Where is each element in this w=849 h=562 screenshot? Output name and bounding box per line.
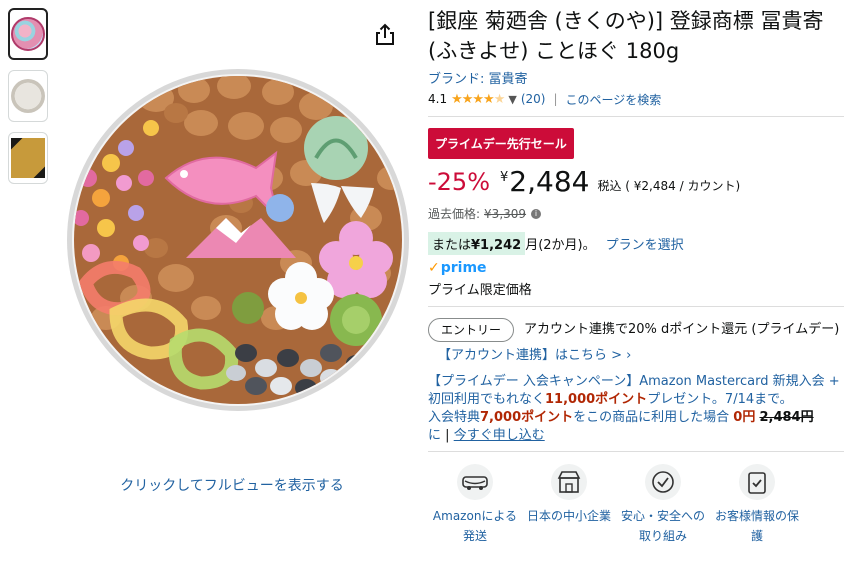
prime-logo-text: prime — [440, 260, 487, 276]
share-icon — [376, 23, 394, 45]
apply-now-link[interactable]: 今すぐ申し込む — [454, 428, 545, 443]
product-title: [銀座 菊廼舎 (きくのや)] 登録商標 冨貴寄 (ふきよせ) ことほぐ 180… — [428, 9, 824, 63]
campaign-points: 11,000ポイント — [545, 392, 648, 407]
feature-small-business[interactable]: 日本の中小企業 — [522, 464, 616, 546]
feature-label: Amazonによる発送 — [432, 509, 518, 543]
entry-button[interactable]: エントリー — [428, 317, 515, 342]
badge-icon — [645, 464, 681, 500]
entry-text: アカウント連携で20% dポイント還元 (プライムデー) — [524, 322, 840, 337]
thumbnail-1[interactable] — [8, 8, 48, 60]
product-image[interactable] — [66, 68, 410, 412]
prime-only-price: プライム限定価格 — [428, 283, 532, 298]
list-price-label: 過去価格: — [428, 207, 481, 221]
installment-row: または¥1,242 月(2か月)。 プランを選択 — [428, 232, 844, 255]
feature-label: お客様情報の保護 — [714, 509, 799, 543]
installment-prefix: または — [432, 238, 472, 253]
currency-symbol: ¥ — [500, 170, 509, 185]
campaign-line2-prefix: 入会特典 — [428, 410, 481, 425]
deal-badge: プライムデー先行セール — [428, 128, 574, 159]
campaign-old-price: 2,484円 — [759, 410, 814, 425]
entry-row: エントリー アカウント連携で20% dポイント還元 (プライムデー) 【アカウント連… — [428, 317, 844, 369]
divider: | — [553, 92, 558, 106]
review-count-link[interactable]: (20) — [521, 92, 546, 106]
installment-amount: ¥1,242 — [471, 238, 522, 253]
price-row: -25% ¥ 2,484 税込 ( ¥2,484 / カウント) — [428, 167, 844, 201]
thumbnail-image — [11, 79, 45, 113]
feature-list: Amazonによる発送 日本の中小企業 安心・安全への取り組み お客様情報の保護 — [428, 464, 844, 546]
list-price-row: 過去価格: ¥3,309 i — [428, 205, 844, 222]
feature-privacy[interactable]: お客様情報の保護 — [710, 464, 804, 546]
truck-icon — [457, 464, 493, 500]
rating-row: 4.1 ★★★★★ ▼ (20) | このページを検索 — [428, 90, 844, 108]
feature-label: 日本の中小企業 — [526, 509, 611, 523]
full-view-link[interactable]: クリックしてフルビューを表示する — [60, 475, 404, 495]
campaign-line2-mid: をこの商品に利用した場合 — [573, 410, 730, 425]
campaign-deadline: プレゼント。7/14まで。 — [647, 392, 793, 407]
chevron-down-icon[interactable]: ▼ — [508, 93, 516, 106]
star-rating-icon[interactable]: ★★★★★ — [451, 92, 505, 107]
thumbnail-3[interactable] — [8, 132, 48, 184]
divider — [428, 451, 844, 452]
prime-logo: ✓ prime — [428, 259, 844, 277]
feature-safety[interactable]: 安心・安全への取り組み — [616, 464, 710, 546]
divider: | — [445, 428, 450, 443]
price: 2,484 — [509, 165, 590, 198]
discount-percent: -25% — [428, 168, 491, 196]
product-info: [銀座 菊廼舎 (きくのや)] 登録商標 冨貴寄 (ふきよせ) ことほぐ 180… — [428, 6, 844, 546]
campaign-text: 【プライムデー 入会キャンペーン】Amazon Mastercard 新規入会 … — [428, 373, 844, 445]
tax-note: 税込 ( ¥2,484 / カウント) — [597, 179, 741, 193]
account-link[interactable]: 【アカウント連携】はこちら > › — [438, 348, 631, 363]
list-price: ¥3,309 — [484, 206, 527, 221]
feature-label: 安心・安全への取り組み — [620, 509, 705, 543]
thumbnail-image — [11, 138, 45, 178]
installment-suffix: 月(2か月)。 — [525, 238, 596, 253]
divider — [428, 306, 844, 307]
feature-shipping[interactable]: Amazonによる発送 — [428, 464, 522, 546]
info-icon[interactable]: i — [531, 208, 542, 219]
brand-link[interactable]: ブランド: 冨貴寄 — [428, 68, 844, 87]
thumbnail-image — [11, 17, 45, 51]
search-page-link[interactable]: このページを検索 — [566, 91, 662, 108]
store-icon — [551, 464, 587, 500]
campaign-line3-prefix: に — [428, 428, 442, 443]
installment-highlight: または¥1,242 — [428, 232, 526, 255]
divider — [428, 116, 844, 117]
thumbnail-list — [8, 8, 48, 194]
rating-value: 4.1 — [428, 92, 448, 106]
prime-check-icon: ✓ — [428, 260, 440, 276]
select-plan-link[interactable]: プランを選択 — [606, 234, 684, 253]
share-button[interactable] — [372, 22, 398, 48]
thumbnail-2[interactable] — [8, 70, 48, 122]
campaign-points2: 7,000ポイント — [480, 410, 574, 425]
shield-icon — [739, 464, 775, 500]
campaign-zero-price: 0円 — [733, 410, 756, 425]
